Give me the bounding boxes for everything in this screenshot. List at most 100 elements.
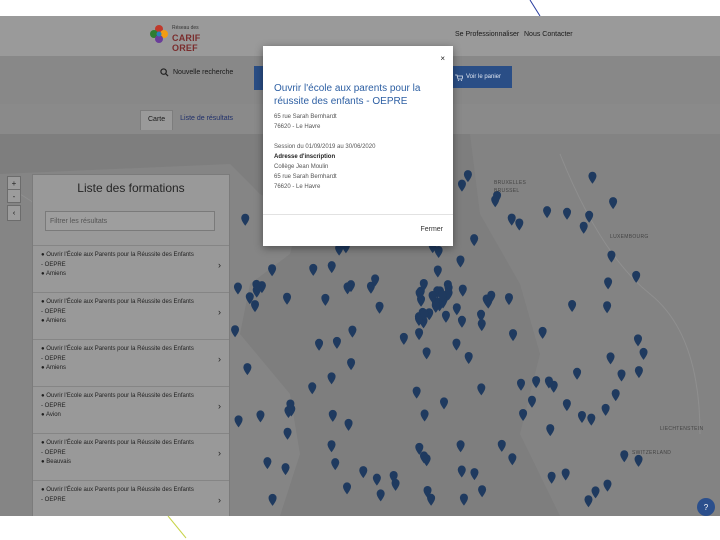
map-marker-icon[interactable] bbox=[504, 293, 513, 306]
map-marker-icon[interactable] bbox=[478, 485, 487, 498]
map-marker-icon[interactable] bbox=[457, 465, 466, 478]
chevron-right-icon: › bbox=[218, 354, 221, 364]
formation-item[interactable]: ● Ouvrir l'École aux Parents pour la Réu… bbox=[33, 292, 229, 339]
formation-item-text: ● Ouvrir l'École aux Parents pour la Réu… bbox=[41, 486, 207, 505]
map-marker-icon[interactable] bbox=[497, 439, 506, 452]
map-marker-icon[interactable] bbox=[458, 284, 467, 297]
formation-item[interactable]: ● Ouvrir l'École aux Parents pour la Réu… bbox=[33, 480, 229, 516]
map-marker-icon[interactable] bbox=[457, 315, 466, 328]
close-icon[interactable]: × bbox=[440, 54, 445, 63]
zoom-out-button[interactable]: - bbox=[7, 189, 21, 203]
map-marker-icon[interactable] bbox=[327, 372, 336, 385]
formations-panel: Liste des formations Filtrer les résulta… bbox=[32, 174, 230, 516]
zoom-in-button[interactable]: + bbox=[7, 176, 21, 190]
map-marker-icon[interactable] bbox=[327, 440, 336, 453]
formation-item[interactable]: ● Ouvrir l'École aux Parents pour la Réu… bbox=[33, 433, 229, 480]
tab-liste-resultats[interactable]: Liste de résultats bbox=[173, 110, 240, 130]
map-label-bruxelles: BRUXELLES bbox=[494, 180, 527, 186]
map-marker-icon[interactable] bbox=[327, 261, 336, 274]
map-marker-icon[interactable] bbox=[376, 489, 385, 502]
formation-item-text: ● Ouvrir l'Ecole aux Parents pour la Réu… bbox=[41, 392, 207, 421]
formation-item-text: ● Ouvrir l'École aux Parents pour la Réu… bbox=[41, 251, 207, 280]
map-marker-icon[interactable] bbox=[328, 409, 337, 422]
formation-code: - OEPRE bbox=[41, 449, 66, 456]
map-marker-icon[interactable] bbox=[251, 300, 260, 313]
map-marker-icon[interactable] bbox=[477, 319, 486, 332]
map-marker-icon[interactable] bbox=[456, 255, 465, 268]
map-marker-icon[interactable] bbox=[516, 378, 525, 391]
map-marker-icon[interactable] bbox=[347, 358, 356, 371]
modal-session: Session du 01/09/2019 au 30/06/2020 bbox=[274, 144, 376, 150]
formation-detail-modal: × Ouvrir l'école aux parents pour la réu… bbox=[263, 46, 453, 246]
map-marker-icon[interactable] bbox=[375, 301, 384, 314]
formation-city: Avion bbox=[45, 412, 61, 418]
map-marker-icon[interactable] bbox=[441, 310, 450, 323]
carif-oref-logo[interactable]: Réseau des CARIF OREF bbox=[148, 21, 218, 53]
formation-code: - OEPRE bbox=[41, 496, 66, 503]
map-marker-icon[interactable] bbox=[422, 347, 431, 360]
map-marker-icon[interactable] bbox=[463, 170, 472, 183]
formation-name: Ouvrir l'École aux Parents pour la Réuss… bbox=[46, 487, 194, 493]
view-cart-label: Voir le panier bbox=[465, 74, 502, 80]
map-marker-icon[interactable] bbox=[268, 264, 277, 277]
formation-item[interactable]: ● Ouvrir l'École aux Parents pour la Réu… bbox=[33, 339, 229, 386]
map-marker-icon[interactable] bbox=[420, 409, 429, 422]
map-marker-icon[interactable] bbox=[359, 466, 368, 479]
help-button[interactable]: ? bbox=[697, 498, 715, 516]
map-marker-icon[interactable] bbox=[459, 493, 468, 506]
close-button[interactable]: Fermer bbox=[420, 226, 443, 233]
map-marker-icon[interactable] bbox=[344, 418, 353, 431]
map-marker-icon[interactable] bbox=[309, 263, 318, 276]
map-marker-icon[interactable] bbox=[415, 328, 424, 341]
map-marker-icon[interactable] bbox=[477, 383, 486, 396]
search-icon bbox=[160, 68, 169, 77]
view-cart-button[interactable]: Voir le panier bbox=[444, 66, 512, 88]
chevron-right-icon: › bbox=[218, 448, 221, 458]
map-marker-icon[interactable] bbox=[440, 397, 449, 410]
modal-city-2: 76620 - Le Havre bbox=[274, 184, 321, 190]
map-marker-icon[interactable] bbox=[343, 482, 352, 495]
map-marker-icon[interactable] bbox=[464, 351, 473, 364]
map-marker-icon[interactable] bbox=[332, 336, 341, 349]
formation-item-text: ● Ouvrir l'École aux Parents pour la Réu… bbox=[41, 298, 207, 327]
map-marker-icon[interactable] bbox=[348, 325, 357, 338]
formation-name: Ouvrir l'École aux Parents pour la Réuss… bbox=[46, 299, 194, 305]
tab-carte[interactable]: Carte bbox=[140, 110, 174, 130]
map-marker-icon[interactable] bbox=[331, 458, 340, 471]
map-marker-icon[interactable] bbox=[412, 386, 421, 399]
map-marker-icon[interactable] bbox=[456, 440, 465, 453]
formation-city: Beauvais bbox=[46, 459, 71, 465]
formation-city: Amiens bbox=[45, 318, 66, 324]
map-marker-icon[interactable] bbox=[470, 234, 479, 247]
formation-item[interactable]: ● Ouvrir l'École aux Parents pour la Réu… bbox=[33, 245, 229, 292]
modal-school: Collège Jean Moulin bbox=[274, 164, 329, 170]
new-search-button[interactable]: Nouvelle recherche bbox=[160, 68, 233, 77]
map-marker-icon[interactable] bbox=[433, 265, 442, 278]
map-marker-icon[interactable] bbox=[452, 338, 461, 351]
formation-name: Ouvrir l'École aux Parents pour la Réuss… bbox=[46, 346, 194, 352]
modal-address-1: 65 rue Sarah Bernhardt bbox=[274, 114, 337, 120]
filter-input[interactable]: Filtrer les résultats bbox=[45, 211, 215, 231]
map-label-liechtenstein: LIECHTENSTEIN bbox=[660, 426, 704, 432]
map-marker-icon[interactable] bbox=[434, 245, 443, 258]
map-marker-icon[interactable] bbox=[470, 468, 479, 481]
map-marker-icon[interactable] bbox=[427, 493, 436, 506]
map-marker-icon[interactable] bbox=[315, 338, 324, 351]
formation-name: Ouvrir l'École aux Parents pour la Réuss… bbox=[46, 252, 194, 258]
nav-se-professionnaliser[interactable]: Se Professionnaliser bbox=[455, 31, 519, 38]
formation-item[interactable]: ● Ouvrir l'Ecole aux Parents pour la Réu… bbox=[33, 386, 229, 433]
map-marker-icon[interactable] bbox=[399, 332, 408, 345]
map-marker-icon[interactable] bbox=[283, 292, 292, 305]
map-marker-icon[interactable] bbox=[452, 303, 461, 316]
map-marker-icon[interactable] bbox=[509, 329, 518, 342]
map-marker-icon[interactable] bbox=[457, 179, 466, 192]
collapse-panel-button[interactable]: ‹ bbox=[7, 205, 21, 221]
map-marker-icon[interactable] bbox=[321, 293, 330, 306]
new-search-label: Nouvelle recherche bbox=[173, 69, 234, 76]
formation-code: - OEPRE bbox=[41, 261, 66, 268]
nav-nous-contacter[interactable]: Nous Contacter bbox=[524, 31, 573, 38]
cart-icon bbox=[454, 74, 463, 81]
map-marker-icon[interactable] bbox=[508, 453, 517, 466]
map-marker-icon[interactable] bbox=[372, 473, 381, 486]
map-marker-icon[interactable] bbox=[308, 382, 317, 395]
